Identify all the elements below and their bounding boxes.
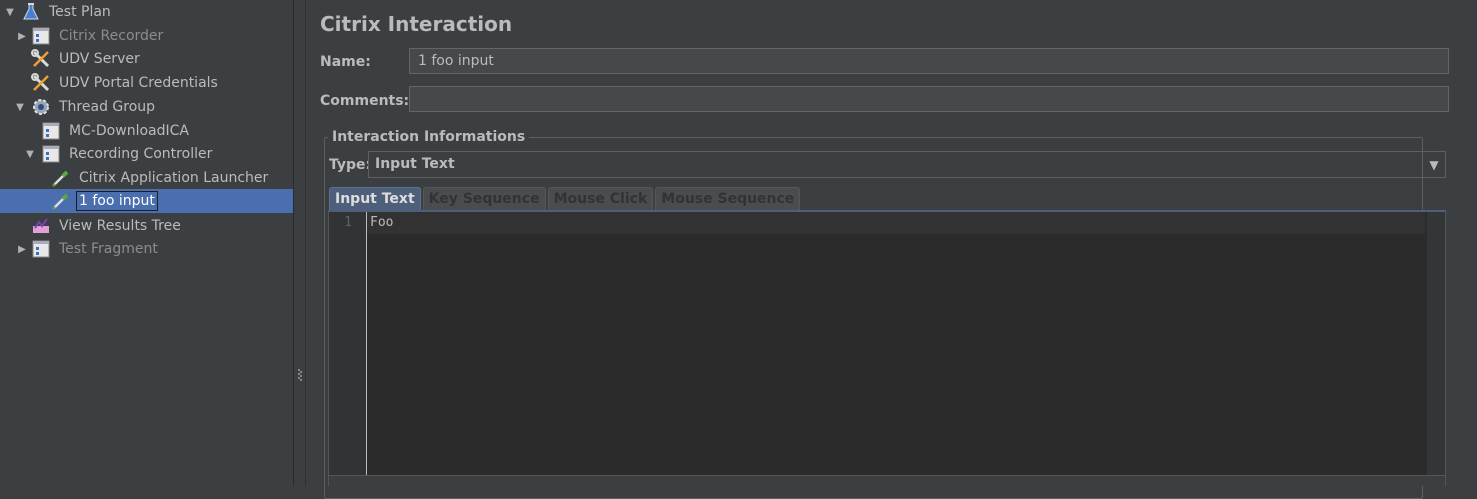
tree-item-label: UDV Portal Credentials [59, 75, 218, 91]
type-select[interactable]: Input Text ▼ [368, 151, 1446, 178]
tree-item-label: MC-DownloadICA [69, 123, 189, 139]
flask-icon [21, 2, 41, 22]
controller-icon [41, 121, 61, 141]
expand-arrow-icon[interactable]: ▼ [24, 148, 36, 160]
gear-icon [31, 97, 51, 117]
wrench-screwdriver-icon [31, 49, 51, 69]
tree-item-label: Thread Group [59, 99, 156, 115]
drag-handle-icon[interactable] [298, 368, 302, 382]
horizontal-scrollbar[interactable] [329, 475, 1445, 486]
tree-item-label: Test Fragment [59, 241, 158, 257]
line-number-gutter: 1 [329, 212, 367, 486]
vertical-scrollbar[interactable] [1427, 212, 1445, 486]
type-label: Type: [329, 157, 372, 173]
editor-text[interactable]: Foo [370, 215, 393, 230]
comments-label: Comments: [320, 93, 410, 109]
tree-item-view-results-tree[interactable]: View Results Tree [0, 214, 293, 238]
input-text-editor[interactable]: 1 Foo [328, 210, 1446, 486]
current-line-highlight [367, 212, 1425, 234]
tab-mouse-click[interactable]: Mouse Click [547, 187, 654, 210]
page-title: Citrix Interaction [320, 12, 513, 36]
controller-icon [31, 26, 51, 46]
tree-item-test-plan[interactable]: ▼ Test Plan [0, 0, 293, 24]
tree-item-udv-portal-credentials[interactable]: UDV Portal Credentials [0, 71, 293, 95]
expand-arrow-icon[interactable]: ▼ [14, 101, 26, 113]
tree-item-udv-server[interactable]: UDV Server [0, 47, 293, 71]
tree-item-citrix-recorder[interactable]: ▶ Citrix Recorder [0, 24, 293, 48]
tab-mouse-sequence[interactable]: Mouse Sequence [655, 187, 801, 210]
tree-item-test-fragment[interactable]: ▶ Test Fragment [0, 237, 293, 261]
comments-field[interactable] [409, 86, 1449, 112]
tree-item-thread-group[interactable]: ▼ Thread Group [0, 95, 293, 119]
chevron-down-icon[interactable]: ▼ [1422, 152, 1445, 177]
tree-item-mc-downloadica[interactable]: MC-DownloadICA [0, 119, 293, 143]
name-label: Name: [320, 54, 371, 70]
expand-arrow-icon[interactable]: ▼ [4, 6, 16, 18]
tree-item-label: Test Plan [49, 4, 111, 20]
tree-item-recording-controller[interactable]: ▼ Recording Controller [0, 142, 293, 166]
line-number: 1 [344, 215, 352, 230]
tree-item-label: View Results Tree [59, 218, 181, 234]
tab-key-sequence[interactable]: Key Sequence [422, 187, 546, 210]
collapsed-arrow-icon[interactable]: ▶ [16, 243, 28, 255]
wrench-screwdriver-icon [31, 73, 51, 93]
collapsed-arrow-icon[interactable]: ▶ [16, 30, 28, 42]
tree-item-label: Citrix Recorder [59, 28, 164, 44]
controller-icon [41, 144, 61, 164]
tree-item-label: Recording Controller [69, 146, 213, 162]
controller-icon [31, 239, 51, 259]
tree-item-label: 1 foo input [76, 191, 158, 211]
citrix-interaction-panel: Citrix Interaction Name: Comments: Inter… [306, 0, 1477, 499]
tree-item-label: Citrix Application Launcher [79, 170, 269, 186]
listener-icon [31, 216, 51, 236]
group-title: Interaction Informations [328, 129, 530, 145]
tree-item-citrix-application-launcher[interactable]: Citrix Application Launcher [0, 166, 293, 190]
pipette-icon [51, 191, 71, 211]
pipette-icon [51, 168, 71, 188]
split-pane-divider[interactable] [294, 0, 306, 486]
test-plan-tree[interactable]: ▼ Test Plan ▶ Citrix Recorder UDV Server… [0, 0, 294, 486]
name-field[interactable] [409, 48, 1449, 74]
tree-item-label: UDV Server [59, 51, 140, 67]
tab-input-text[interactable]: Input Text [329, 187, 421, 210]
tree-item-1-foo-input[interactable]: 1 foo input [0, 189, 293, 213]
interaction-tabs: Input Text Key Sequence Mouse Click Mous… [329, 187, 802, 210]
type-selected-value: Input Text [375, 156, 455, 172]
